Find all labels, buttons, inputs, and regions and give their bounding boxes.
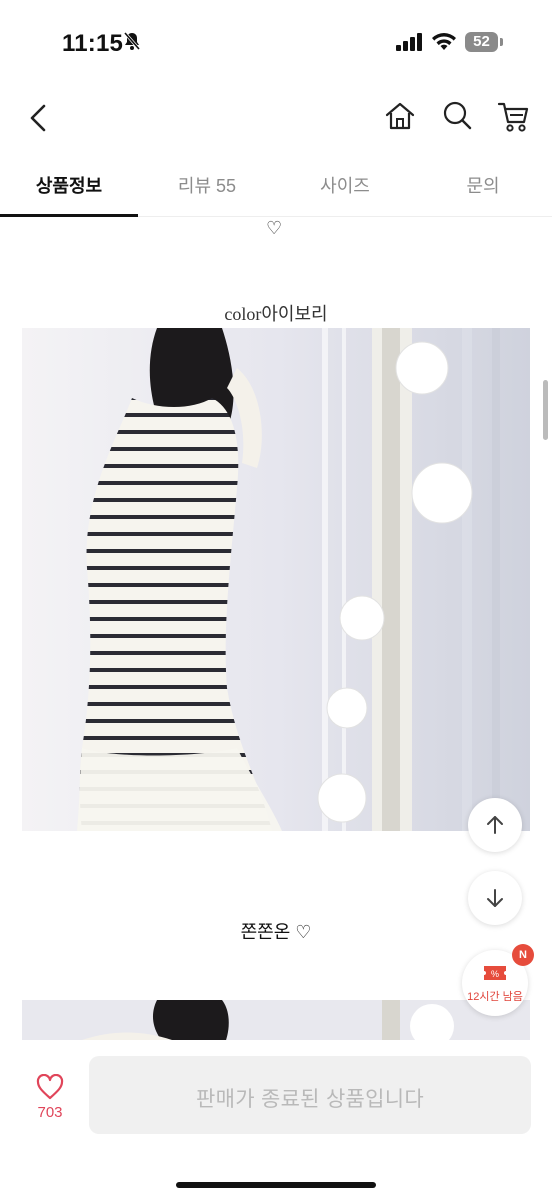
like-button[interactable]: 703 — [30, 1074, 70, 1134]
wifi-icon — [432, 33, 456, 50]
scroll-up-button[interactable] — [468, 798, 522, 852]
status-time: 11:15 — [62, 30, 124, 57]
active-tab-indicator — [0, 214, 138, 217]
product-caption: 쫀쫀온 ♡ — [240, 922, 312, 942]
svg-text:%: % — [491, 969, 499, 979]
tab-size[interactable]: 사이즈 — [276, 172, 414, 198]
coupon-timer-button[interactable]: % 12시간 남음 N — [462, 944, 534, 1016]
bottom-action-bar: 703 판매가 종료된 상품입니다 — [0, 1040, 552, 1200]
sold-out-button: 판매가 종료된 상품입니다 — [89, 1056, 531, 1134]
scroll-down-button[interactable] — [468, 871, 522, 925]
top-navigation — [0, 92, 552, 144]
new-badge: N — [512, 944, 534, 966]
color-caption: color아이보리 — [224, 304, 328, 324]
arrow-up-icon — [487, 816, 503, 834]
cellular-signal-icon — [396, 33, 422, 51]
cart-icon[interactable] — [497, 100, 529, 134]
heart-icon — [36, 1074, 64, 1100]
product-tabs: 상품정보 리뷰 55 사이즈 문의 — [0, 160, 552, 217]
search-icon[interactable] — [442, 100, 472, 132]
chevron-left-icon[interactable] — [26, 100, 54, 136]
home-icon[interactable] — [384, 100, 416, 132]
battery-indicator: 52 — [465, 32, 503, 52]
tab-reviews[interactable]: 리뷰 55 — [138, 172, 276, 198]
battery-cap — [500, 38, 503, 46]
sold-out-label: 판매가 종료된 상품입니다 — [195, 1088, 425, 1111]
product-photo — [22, 328, 530, 831]
heart-text: ♡ — [266, 218, 283, 238]
tab-inquiry[interactable]: 문의 — [414, 172, 552, 198]
dress-photo-illustration — [22, 328, 530, 831]
like-count: 703 — [37, 1104, 63, 1121]
home-indicator[interactable] — [176, 1182, 376, 1188]
arrow-down-icon — [487, 889, 503, 907]
bell-off-icon — [123, 32, 141, 50]
status-bar: 11:15 52 — [0, 0, 552, 90]
coupon-timer-text: 12시간 남음 — [467, 991, 523, 1003]
tab-product-info[interactable]: 상품정보 — [0, 172, 138, 198]
coupon-icon: % — [484, 966, 506, 980]
scrollbar[interactable] — [543, 380, 548, 440]
battery-level: 52 — [473, 33, 490, 50]
